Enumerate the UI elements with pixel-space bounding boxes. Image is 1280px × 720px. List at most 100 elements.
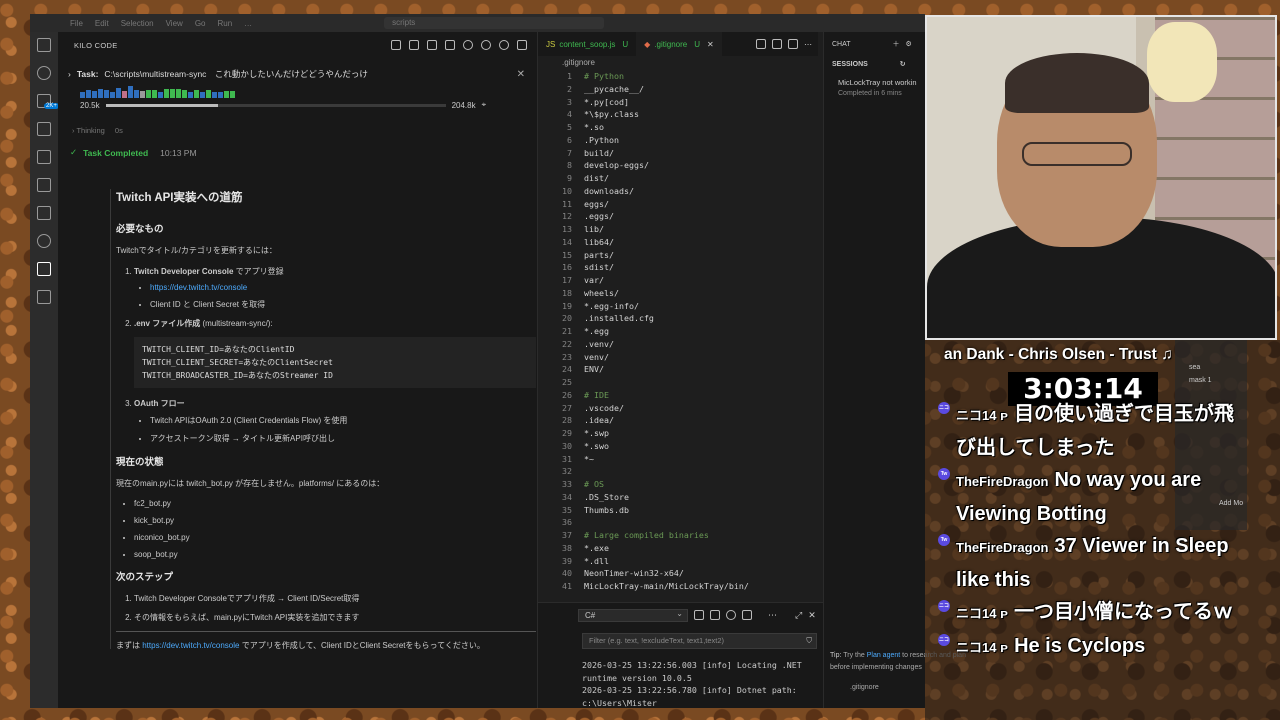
modes-icon[interactable] [445,40,455,50]
code-line[interactable]: Thumbs.db [584,504,629,517]
containers-icon[interactable] [37,290,51,304]
code-line[interactable]: parts/ [584,249,614,262]
code-line[interactable]: venv/ [584,351,609,364]
compare-icon[interactable] [756,39,766,49]
code-line[interactable]: dist/ [584,172,609,185]
code-line[interactable]: var/ [584,274,604,287]
prompts-icon[interactable] [409,40,419,50]
menu-edit[interactable]: Edit [95,19,109,28]
code-line[interactable]: *.egg-info/ [584,300,639,313]
code-line[interactable]: .installed.cfg [584,312,654,325]
command-center-search[interactable]: scripts [384,17,605,29]
code-line[interactable]: NeonTimer-win32-x64/ [584,567,684,580]
code-line[interactable]: .idea/ [584,414,614,427]
code-line[interactable]: *.exe [584,542,609,555]
tab-gitignore[interactable]: ◆ .gitignore U ✕ [636,32,722,56]
breadcrumb-item[interactable]: .gitignore [562,58,595,67]
python-icon[interactable] [37,234,51,248]
twitch-console-link[interactable]: https://dev.twitch.tv/console [150,283,247,292]
env-code-block[interactable]: TWITCH_CLIENT_ID=あなたのClientID TWITCH_CLI… [134,337,536,388]
code-line[interactable]: eggs/ [584,198,609,211]
split-editor-icon[interactable] [788,39,798,49]
code-line[interactable]: *.py[cod] [584,96,629,109]
code-line[interactable]: # IDE [584,389,609,402]
code-line[interactable]: __pycache__/ [584,83,644,96]
menu-selection[interactable]: Selection [121,19,154,28]
code-line[interactable]: develop-eggs/ [584,159,649,172]
menu-file[interactable]: File [70,19,83,28]
line-number: 13 [562,224,572,234]
account-icon[interactable] [481,40,491,50]
code-line[interactable]: *.egg [584,325,609,338]
task-header[interactable]: › Task: C:\scripts\multistream-sync これ動か… [68,62,529,120]
code-line[interactable]: .Python [584,134,619,147]
code-line[interactable]: sdist/ [584,261,614,274]
code-line[interactable]: *.swp [584,427,609,440]
open-changes-icon[interactable] [772,39,782,49]
tab-content-soop[interactable]: JS content_soop.js U [538,32,636,56]
remote-explorer-icon[interactable] [37,150,51,164]
code-line[interactable]: .eggs/ [584,210,614,223]
code-line[interactable]: # Large compiled binaries [584,529,709,542]
session-item[interactable]: MicLockTray not workin Completed in 6 mi… [824,78,925,97]
code-line[interactable]: lib64/ [584,236,614,249]
code-line[interactable]: MicLockTray-main/MicLockTray/bin/ [584,580,749,593]
menu-go[interactable]: Go [195,19,206,28]
clear-output-icon[interactable] [710,610,720,620]
run-debug-icon[interactable] [37,122,51,136]
menu-more[interactable]: … [244,19,252,28]
maximize-icon[interactable]: ⤢ [795,610,802,621]
code-line[interactable]: .venv/ [584,338,614,351]
code-line[interactable]: .DS_Store [584,491,629,504]
explorer-icon[interactable] [37,38,51,52]
output-channel-select[interactable]: C# [578,608,688,622]
breadcrumb[interactable]: .gitignore [538,56,818,70]
code-line[interactable]: *.dll [584,555,609,568]
more-actions-icon[interactable]: ⋯ [804,40,812,49]
code-line[interactable]: downloads/ [584,185,634,198]
condense-icon[interactable]: ⌖ [482,100,487,110]
mcp-icon[interactable] [427,40,437,50]
chevron-right-icon[interactable]: › [68,69,71,79]
code-line[interactable]: *.swo [584,440,609,453]
kilo-code-icon[interactable] [37,262,51,276]
new-chat-icon[interactable]: ＋ [893,39,900,49]
thinking-row[interactable]: › Thinking 0s [72,126,537,135]
token-bar [200,92,205,98]
filter-icon[interactable]: ⛉ [806,634,812,648]
code-line[interactable]: *.so [584,121,604,134]
close-panel-icon[interactable]: ✕ [808,610,816,621]
plus-icon[interactable] [391,40,401,50]
testing-icon[interactable] [37,206,51,220]
extensions-icon[interactable] [37,178,51,192]
search-icon[interactable] [37,66,51,80]
output-filter-input[interactable]: Filter (e.g. text, !excludeText, text1,t… [582,633,817,649]
code-line[interactable]: # OS [584,478,604,491]
code-line[interactable]: *\$py.class [584,108,639,121]
close-icon[interactable]: ✕ [517,69,525,80]
task-completed-row: ✓ Task Completed 10:13 PM [70,147,537,158]
history-icon[interactable] [463,40,473,50]
more-icon[interactable] [517,40,527,50]
more-icon[interactable]: ⋯ [768,610,777,621]
copy-icon[interactable] [742,610,752,620]
code-line[interactable]: lib/ [584,223,604,236]
menu-run[interactable]: Run [217,19,232,28]
menu-view[interactable]: View [166,19,183,28]
chat-settings-icon[interactable]: ⚙ [906,40,912,48]
code-line[interactable]: *~ [584,453,594,466]
code-line[interactable]: wheels/ [584,287,619,300]
code-line[interactable]: build/ [584,147,614,160]
code-line[interactable]: .vscode/ [584,402,624,415]
close-tab-icon[interactable]: ✕ [707,40,714,49]
gear-icon[interactable] [726,610,736,620]
refresh-icon[interactable]: ↻ [900,61,906,68]
code-line[interactable]: # Python [584,70,624,83]
source-control-icon[interactable]: 2K+ [37,94,59,109]
gear-icon[interactable] [499,40,509,50]
code-line[interactable]: ENV/ [584,363,604,376]
line-number: 21 [562,326,572,336]
plan-agent-link[interactable]: Plan agent [867,652,900,659]
lock-scroll-icon[interactable] [694,610,704,620]
twitch-console-link-2[interactable]: https://dev.twitch.tv/console [142,641,239,650]
